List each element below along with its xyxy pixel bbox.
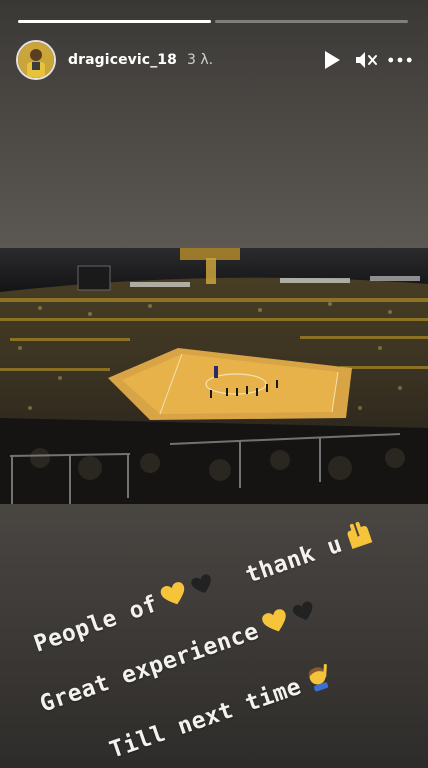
raised-hands-icon — [342, 518, 379, 557]
caption-line-3: Great experience — [36, 597, 320, 720]
mute-icon — [356, 52, 377, 68]
username[interactable]: dragicevic_18 — [68, 52, 177, 68]
caption-line-2: thank u — [242, 518, 380, 592]
black-heart-icon — [189, 572, 218, 604]
mute-button[interactable] — [354, 48, 378, 72]
arena-photo — [0, 248, 428, 504]
caption-text-people-of: People of — [30, 591, 162, 658]
yellow-heart-icon — [259, 606, 293, 643]
more-options-button[interactable] — [388, 48, 412, 72]
play-icon — [325, 51, 340, 69]
progress-segment-1 — [18, 20, 211, 23]
caption-text-thank-u: thank u — [242, 531, 346, 589]
avatar[interactable] — [16, 40, 56, 80]
play-button[interactable] — [320, 48, 344, 72]
story-controls — [320, 48, 412, 72]
caption-line-4: Till next time — [106, 661, 337, 767]
caption-text-great-experience: Great experience — [36, 618, 263, 718]
story-progress — [18, 20, 408, 23]
person-raising-hand-icon — [301, 661, 336, 700]
black-heart-icon — [290, 599, 319, 631]
progress-segment-2 — [215, 20, 408, 23]
post-time: 3 λ. — [187, 52, 214, 68]
story-header: dragicevic_18 3 λ. — [16, 38, 412, 82]
more-icon — [388, 57, 412, 63]
caption-text-till-next-time: Till next time — [106, 673, 305, 764]
avatar-image — [18, 42, 54, 78]
caption-line-1: People of — [30, 570, 219, 660]
arena-image — [0, 248, 428, 504]
yellow-heart-icon — [158, 579, 192, 616]
